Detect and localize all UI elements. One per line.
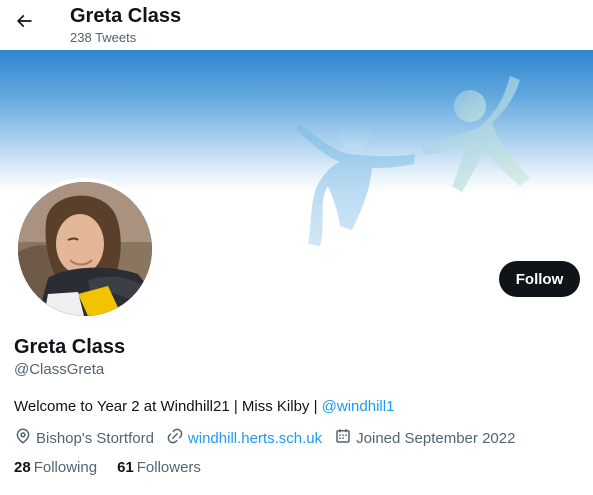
joined-item: Joined September 2022 (334, 427, 515, 449)
joined-text: Joined September 2022 (356, 429, 516, 447)
followers-link[interactable]: 61 Followers (117, 459, 201, 476)
bio-mention-link[interactable]: @windhill1 (322, 398, 395, 415)
website-link[interactable]: windhill.herts.sch.uk (188, 430, 322, 447)
profile-meta: Bishop's Stortford windhill.herts.sch.uk… (14, 428, 527, 448)
header-title: Greta Class (70, 5, 182, 27)
location-text: Bishop's Stortford (36, 429, 154, 447)
back-button[interactable] (9, 8, 39, 38)
arrow-left-icon (14, 11, 34, 36)
follow-stats: 28 Following 61 Followers (14, 459, 221, 476)
location-item: Bishop's Stortford (14, 427, 154, 449)
followers-label: Followers (136, 459, 201, 476)
profile-handle: @ClassGreta (14, 361, 105, 378)
followers-count: 61 (117, 459, 134, 476)
avatar-photo (18, 182, 152, 316)
profile-avatar[interactable] (14, 178, 156, 320)
profile-bio: Welcome to Year 2 at Windhill21 | Miss K… (14, 397, 394, 417)
calendar-icon (334, 427, 356, 449)
website-item: windhill.herts.sch.uk (166, 427, 322, 449)
profile-name: Greta Class (14, 336, 126, 358)
location-pin-icon (14, 427, 36, 449)
follow-button[interactable]: Follow (499, 261, 580, 297)
link-icon (166, 427, 188, 449)
top-bar: Greta Class 238 Tweets (0, 0, 593, 50)
following-link[interactable]: 28 Following (14, 459, 97, 476)
following-label: Following (33, 459, 98, 476)
bio-text: Welcome to Year 2 at Windhill21 | Miss K… (14, 398, 322, 415)
tweet-count: 238 Tweets (70, 30, 137, 45)
following-count: 28 (14, 459, 31, 476)
